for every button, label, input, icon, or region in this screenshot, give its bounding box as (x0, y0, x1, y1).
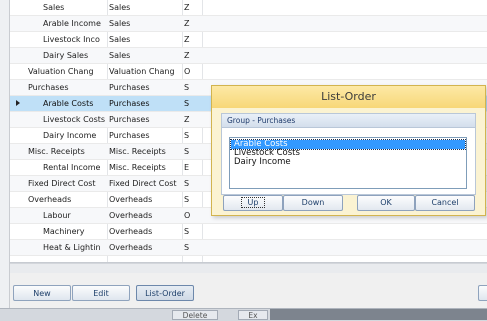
cell-name[interactable]: Dairy Sales (43, 48, 106, 63)
group-panel: Group - Purchases Arable Costs Livestock … (221, 113, 476, 195)
new-button[interactable]: New (13, 285, 71, 301)
cell-name[interactable]: Arable Income (43, 16, 106, 31)
table-row[interactable]: Arable Income Sales Z (10, 16, 487, 32)
cell-group[interactable]: Misc. Receipts (109, 160, 181, 175)
cell-name[interactable]: Livestock Inco (43, 32, 106, 47)
cell-group[interactable]: Purchases (109, 112, 181, 127)
cell-code[interactable]: Z (184, 0, 200, 15)
list-order-button[interactable]: List-Order (136, 285, 194, 301)
row-indicator[interactable] (11, 128, 23, 143)
group-caption: Group - Purchases (222, 114, 475, 128)
cell-name[interactable]: Heat & Lightin (43, 240, 106, 255)
row-indicator[interactable] (11, 112, 23, 127)
up-button-label: Up (240, 197, 266, 208)
row-indicator[interactable] (11, 208, 23, 223)
cell-code[interactable]: S (184, 240, 200, 255)
cell-code[interactable]: S (184, 96, 200, 111)
cell-group[interactable]: Sales (109, 0, 181, 15)
row-indicator[interactable] (11, 64, 23, 79)
cell-group[interactable]: Purchases (109, 96, 181, 111)
dialog-title[interactable]: List-Order (212, 86, 485, 108)
cell-group[interactable]: Sales (109, 32, 181, 47)
row-pointer-icon[interactable] (11, 96, 23, 111)
cell-group[interactable]: Fixed Direct Cost (109, 176, 181, 191)
row-indicator[interactable] (11, 0, 23, 15)
row-indicator[interactable] (11, 192, 23, 207)
cell-name[interactable]: Valuation Chang (28, 64, 106, 79)
cell-code[interactable]: S (184, 128, 200, 143)
cell-code[interactable]: O (184, 208, 200, 223)
status-bar-panel (270, 309, 487, 320)
list-order-dialog: List-Order Group - Purchases Arable Cost… (211, 85, 486, 216)
edit-button[interactable]: Edit (72, 285, 130, 301)
ok-button[interactable]: OK (357, 195, 415, 211)
cell-name[interactable]: Sales (43, 0, 106, 15)
down-button[interactable]: Down (283, 195, 343, 211)
row-indicator[interactable] (11, 32, 23, 47)
cell-name[interactable]: Livestock Costs (43, 112, 106, 127)
cell-group[interactable]: Overheads (109, 192, 181, 207)
row-indicator[interactable] (11, 176, 23, 191)
cell-code[interactable]: S (184, 192, 200, 207)
cell-code[interactable]: Z (184, 48, 200, 63)
row-indicator[interactable] (11, 80, 23, 95)
cell-name[interactable]: Labour (43, 208, 106, 223)
cell-code[interactable]: S (184, 224, 200, 239)
order-listbox[interactable]: Arable Costs Livestock Costs Dairy Income (229, 137, 467, 189)
cell-group[interactable]: Misc. Receipts (109, 144, 181, 159)
cell-code[interactable]: S (184, 144, 200, 159)
cell-code[interactable]: Z (184, 16, 200, 31)
cell-name[interactable]: Arable Costs (43, 96, 106, 111)
row-indicator[interactable] (11, 224, 23, 239)
table-row[interactable]: Heat & Lightin Overheads S (10, 240, 487, 256)
cell-name[interactable]: Overheads (28, 192, 106, 207)
row-indicator[interactable] (11, 48, 23, 63)
ex-button[interactable]: Ex (238, 310, 268, 320)
grid-left-margin (0, 0, 10, 320)
delete-button[interactable]: Delete (172, 310, 218, 320)
table-row[interactable]: Machinery Overheads S (10, 224, 487, 240)
cell-group[interactable]: Purchases (109, 128, 181, 143)
cell-code[interactable]: S (184, 80, 200, 95)
table-row[interactable]: Valuation Chang Valuation Chang O (10, 64, 487, 80)
cell-name[interactable]: Purchases (28, 80, 106, 95)
cancel-button[interactable]: Cancel (415, 195, 475, 211)
cell-group[interactable]: Overheads (109, 224, 181, 239)
cell-name[interactable]: Fixed Direct Cost (28, 176, 106, 191)
cell-group[interactable]: Valuation Chang (109, 64, 181, 79)
cell-name[interactable]: Machinery (43, 224, 106, 239)
table-row[interactable]: Livestock Inco Sales Z (10, 32, 487, 48)
cell-code[interactable]: O (184, 64, 200, 79)
cell-group[interactable]: Overheads (109, 208, 181, 223)
up-button[interactable]: Up (223, 195, 283, 211)
cell-code[interactable]: S (184, 176, 200, 191)
row-indicator[interactable] (11, 240, 23, 255)
list-item[interactable]: Dairy Income (231, 158, 465, 167)
cell-code[interactable]: Z (184, 112, 200, 127)
cell-name[interactable]: Misc. Receipts (28, 144, 106, 159)
cell-code[interactable]: E (184, 160, 200, 175)
row-indicator[interactable] (11, 144, 23, 159)
horizontal-scrollbar[interactable] (10, 263, 487, 273)
cell-group[interactable]: Purchases (109, 80, 181, 95)
cell-code[interactable]: Z (184, 32, 200, 47)
cell-group[interactable]: Overheads (109, 240, 181, 255)
row-indicator[interactable] (11, 16, 23, 31)
toolbar-button-partial[interactable] (478, 285, 487, 301)
table-row[interactable]: Dairy Sales Sales Z (10, 48, 487, 64)
row-indicator[interactable] (11, 160, 23, 175)
cell-name[interactable]: Rental Income (43, 160, 106, 175)
cell-group[interactable]: Sales (109, 16, 181, 31)
cell-name[interactable]: Dairy Income (43, 128, 106, 143)
cell-group[interactable]: Sales (109, 48, 181, 63)
table-row[interactable]: Sales Sales Z (10, 0, 487, 16)
